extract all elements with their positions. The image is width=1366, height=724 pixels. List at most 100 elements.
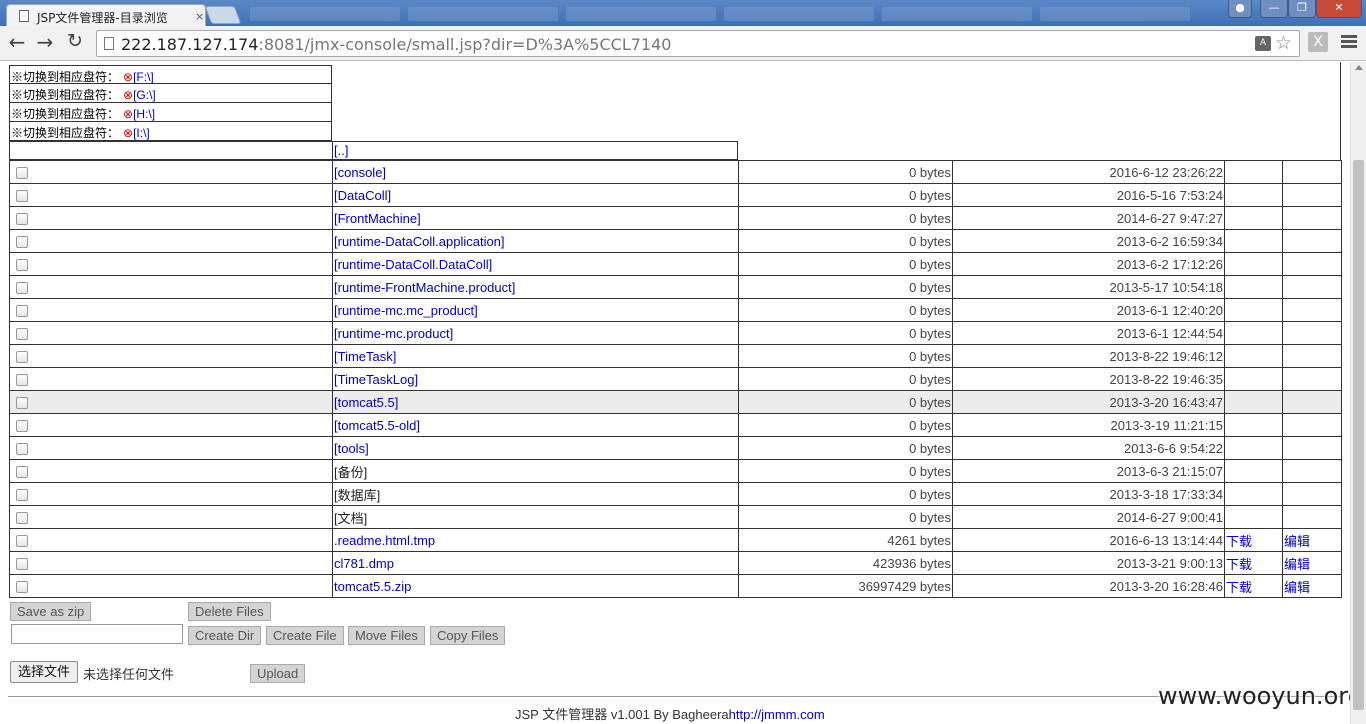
file-checkbox[interactable] (16, 443, 28, 456)
file-checkbox[interactable] (16, 420, 28, 433)
close-tab-icon[interactable]: × (195, 10, 204, 23)
move-files-button[interactable]: Move Files (348, 626, 425, 645)
file-name-link[interactable]: [runtime-mc.product] (334, 326, 453, 341)
watermark: www.wooyun.org (1158, 682, 1350, 710)
file-checkbox[interactable] (16, 558, 28, 571)
edit-link[interactable]: 编辑 (1284, 580, 1310, 595)
parent-dir-link[interactable]: [..] (334, 143, 348, 158)
file-checkbox[interactable] (16, 259, 28, 272)
footer-link[interactable]: http://jmmm.com (729, 707, 825, 722)
file-name-link[interactable]: tomcat5.5.zip (334, 579, 411, 594)
file-checkbox[interactable] (16, 190, 28, 203)
drive-link[interactable]: [F:\] (133, 70, 154, 84)
maximize-button[interactable]: ❐ (1288, 0, 1316, 18)
edit-link[interactable]: 编辑 (1284, 534, 1310, 549)
create-dir-button[interactable]: Create Dir (188, 626, 262, 645)
file-row: [文档] 0 bytes 2014-6-27 9:00:41 (9, 505, 1342, 529)
footer: JSP 文件管理器 v1.001 By Bagheerahttp://jmmm.… (515, 704, 825, 723)
file-name-link[interactable]: [TimeTaskLog] (334, 372, 418, 387)
file-date: 2013-8-22 19:46:12 (952, 344, 1225, 368)
browser-tab-active[interactable]: JSP文件管理器-目录浏览 × (6, 4, 206, 26)
create-file-button[interactable]: Create File (266, 626, 344, 645)
file-checkbox[interactable] (16, 489, 28, 502)
file-checkbox[interactable] (16, 397, 28, 410)
file-size: 0 bytes (738, 505, 953, 529)
file-name-link[interactable]: [FrontMachine] (334, 211, 421, 226)
edit-cell (1282, 436, 1342, 460)
close-window-button[interactable]: ✕ (1316, 0, 1362, 18)
minimize-button[interactable]: — (1260, 0, 1288, 18)
back-arrow-icon[interactable]: ← (4, 30, 30, 54)
file-date: 2013-5-17 10:54:18 (952, 275, 1225, 299)
forward-arrow-icon[interactable]: → (32, 30, 58, 54)
file-name-link[interactable]: [runtime-DataColl.DataColl] (334, 257, 492, 272)
select-cell (9, 390, 333, 414)
file-name-link[interactable]: [备份] (334, 465, 367, 480)
file-size: 0 bytes (738, 344, 953, 368)
translate-icon[interactable]: A (1255, 36, 1271, 51)
file-checkbox[interactable] (16, 512, 28, 525)
delete-files-button[interactable]: Delete Files (188, 602, 271, 621)
file-name-link[interactable]: [DataColl] (334, 188, 391, 203)
file-checkbox[interactable] (16, 581, 28, 594)
file-row: [DataColl] 0 bytes 2016-5-16 7:53:24 (9, 183, 1342, 207)
file-checkbox[interactable] (16, 466, 28, 479)
file-checkbox[interactable] (16, 351, 28, 364)
file-size: 0 bytes (738, 459, 953, 483)
file-name-link[interactable]: [TimeTask] (334, 349, 396, 364)
file-name-link[interactable]: [tools] (334, 441, 369, 456)
background-tab[interactable] (250, 7, 400, 21)
file-name-link[interactable]: cl781.dmp (334, 556, 394, 571)
background-tab[interactable] (724, 7, 874, 21)
download-link[interactable]: 下载 (1226, 534, 1252, 549)
name-cell: [tomcat5.5-old] (332, 413, 739, 437)
drive-link[interactable]: [H:\] (133, 107, 155, 121)
download-link[interactable]: 下载 (1226, 580, 1252, 595)
user-icon[interactable]: ● (1228, 0, 1252, 18)
file-name-link[interactable]: [console] (334, 165, 386, 180)
copy-files-button[interactable]: Copy Files (430, 626, 506, 645)
file-checkbox[interactable] (16, 167, 28, 180)
vertical-scrollbar[interactable] (1350, 62, 1366, 724)
name-cell: [console] (332, 160, 739, 184)
url-text[interactable]: 222.187.127.174:8081/jmx-console/small.j… (121, 35, 671, 54)
upload-button[interactable]: Upload (250, 664, 306, 683)
filename-input[interactable] (11, 624, 183, 644)
file-checkbox[interactable] (16, 374, 28, 387)
address-bar[interactable]: 222.187.127.174:8081/jmx-console/small.j… (96, 30, 1300, 57)
reload-icon[interactable]: ↻ (62, 30, 88, 52)
file-name-link[interactable]: [tomcat5.5-old] (334, 418, 420, 433)
file-checkbox[interactable] (16, 282, 28, 295)
file-name-link[interactable]: [runtime-DataColl.application] (334, 234, 505, 249)
choose-file-button[interactable]: 选择文件 (10, 661, 79, 683)
file-checkbox[interactable] (16, 328, 28, 341)
file-name-link[interactable]: [tomcat5.5] (334, 395, 398, 410)
edit-link[interactable]: 编辑 (1284, 557, 1310, 572)
extension-icon[interactable]: X (1308, 32, 1328, 52)
background-tab[interactable] (408, 7, 558, 21)
file-checkbox[interactable] (16, 213, 28, 226)
file-name-link[interactable]: [runtime-FrontMachine.product] (334, 280, 515, 295)
file-name-link[interactable]: .readme.html.tmp (334, 533, 435, 548)
file-checkbox[interactable] (16, 535, 28, 548)
drive-switch-label: ※切换到相应盘符： (11, 88, 120, 102)
download-cell: 下载 (1224, 574, 1283, 598)
drive-link[interactable]: [I:\] (133, 126, 150, 140)
menu-icon[interactable] (1341, 35, 1357, 50)
file-name-link[interactable]: [数据库] (334, 488, 380, 503)
file-checkbox[interactable] (16, 305, 28, 318)
new-tab-button[interactable] (204, 6, 242, 24)
scrollbar-thumb[interactable] (1353, 160, 1364, 710)
scroll-up-arrow-icon[interactable] (1355, 65, 1363, 70)
bookmark-star-icon[interactable]: ☆ (1275, 32, 1292, 54)
drive-link[interactable]: [G:\] (133, 88, 156, 102)
file-name-link[interactable]: [文档] (334, 511, 367, 526)
background-tab[interactable] (1040, 7, 1190, 21)
file-checkbox[interactable] (16, 236, 28, 249)
edit-cell (1282, 459, 1342, 483)
background-tab[interactable] (566, 7, 716, 21)
background-tab[interactable] (882, 7, 1032, 21)
download-link[interactable]: 下载 (1226, 557, 1252, 572)
save-as-zip-button[interactable]: Save as zip (10, 602, 92, 621)
file-name-link[interactable]: [runtime-mc.mc_product] (334, 303, 478, 318)
